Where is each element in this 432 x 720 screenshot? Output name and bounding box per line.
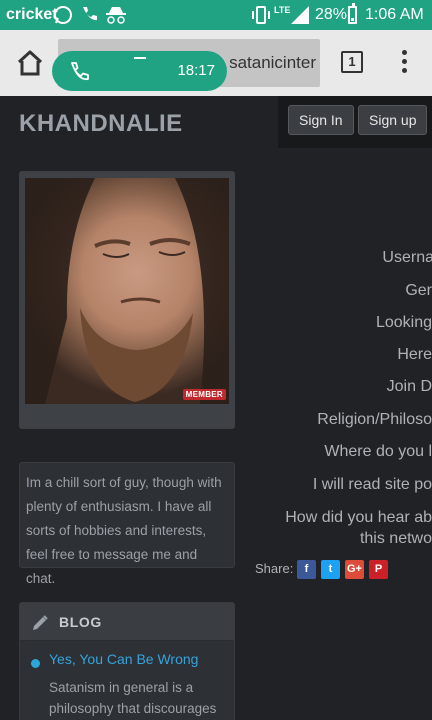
- facebook-share-button[interactable]: f: [297, 560, 316, 579]
- google-plus-icon: G+: [347, 563, 362, 575]
- blog-post-excerpt: Satanism in general is a philosophy that…: [49, 680, 217, 716]
- facebook-icon: f: [304, 563, 309, 575]
- blog-heading: BLOG: [59, 614, 102, 630]
- sign-up-button[interactable]: Sign up: [358, 105, 428, 135]
- bullet-icon: [31, 659, 40, 668]
- detail-label: Ger: [405, 282, 432, 299]
- whatsapp-icon: [54, 6, 72, 24]
- pinterest-share-button[interactable]: P: [369, 560, 388, 579]
- detail-label: Looking: [375, 314, 432, 331]
- detail-label: Religion/Philoso: [317, 411, 432, 428]
- detail-label: Userna: [382, 249, 432, 266]
- blog-widget: BLOG Yes, You Can Be Wrong Satanism in g…: [19, 602, 235, 720]
- profile-photo-image: [25, 178, 229, 404]
- detail-label: How did you hear ab: [285, 509, 432, 526]
- share-label: Share:: [255, 561, 294, 576]
- call-drag-handle: [134, 57, 146, 59]
- incognito-icon: [106, 7, 126, 24]
- detail-label: Where do you l: [324, 443, 432, 460]
- detail-label: I will read site po: [312, 476, 432, 493]
- pinterest-icon: P: [374, 563, 383, 575]
- status-bar: cricket LTE 28% 1:06 AM: [0, 0, 432, 30]
- phone-icon: [71, 62, 89, 81]
- browser-menu-button[interactable]: [396, 50, 412, 76]
- detail-label: Join D: [386, 378, 432, 395]
- profile-photo-card: MEMBER: [19, 171, 235, 429]
- home-icon[interactable]: [16, 49, 44, 77]
- tab-switcher-button[interactable]: 1: [341, 51, 363, 73]
- profile-username: KHANDNALIE: [19, 110, 183, 137]
- battery-icon: [348, 3, 357, 24]
- twitter-share-button[interactable]: t: [321, 560, 340, 579]
- vibrate-icon: [252, 6, 270, 24]
- carrier-name: cricket: [6, 6, 58, 23]
- sign-in-button[interactable]: Sign In: [288, 105, 354, 135]
- clock: 1:06 AM: [365, 6, 424, 23]
- profile-bio: Im a chill sort of guy, though with plen…: [19, 462, 235, 586]
- network-type: LTE: [274, 5, 291, 15]
- signal-icon: [291, 6, 309, 24]
- call-timer: 18:17: [177, 62, 215, 79]
- profile-photo[interactable]: MEMBER: [25, 178, 229, 404]
- blog-post-link[interactable]: Yes, You Can Be Wrong: [49, 651, 198, 667]
- blog-header: BLOG: [20, 603, 234, 641]
- battery-percent: 28%: [315, 6, 348, 23]
- member-badge: MEMBER: [182, 389, 226, 400]
- detail-label: Here: [397, 346, 432, 363]
- ongoing-call-pill[interactable]: 18:17: [52, 51, 227, 91]
- twitter-icon: t: [328, 563, 333, 575]
- google-plus-share-button[interactable]: G+: [345, 560, 364, 579]
- phone-call-icon: [83, 7, 97, 21]
- detail-label: this netwo: [359, 530, 432, 547]
- pencil-icon: [33, 615, 48, 630]
